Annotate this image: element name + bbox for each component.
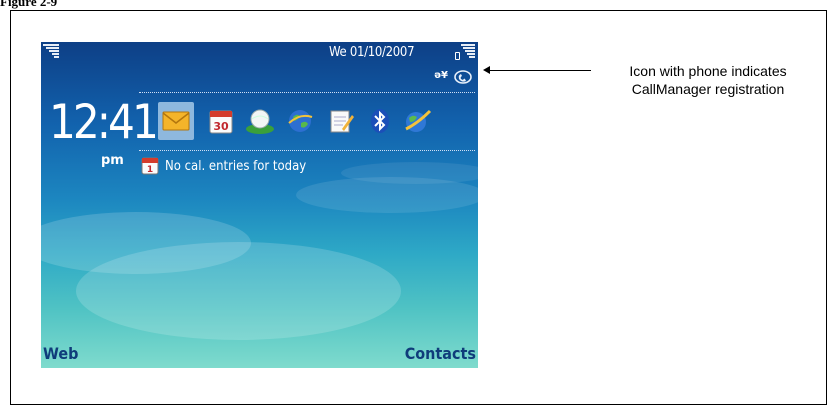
phone-screen: We 01/10/2007 ǝ¥ 12:41 pm 30 1 No cal. e…: [41, 42, 478, 368]
callout-text: Icon with phone indicates CallManager re…: [598, 62, 818, 98]
globe-icon: [246, 109, 274, 134]
network-mode-indicator: ǝ¥: [434, 70, 448, 81]
web-globe-icon: [405, 109, 432, 132]
notes-shortcut[interactable]: [323, 102, 359, 140]
bluetooth-shortcut[interactable]: [362, 102, 398, 140]
calendar-notice-text: No cal. entries for today: [165, 158, 307, 174]
wallpaper-ellipse: [341, 162, 478, 184]
browser-shortcut[interactable]: [242, 102, 278, 140]
softkey-right[interactable]: Contacts: [405, 344, 476, 363]
phone-registration-icon: [454, 70, 472, 84]
callout-leader-line: [486, 70, 591, 71]
indicator-row: ǝ¥: [434, 70, 472, 84]
wallpaper-ellipse: [76, 242, 401, 340]
calendar-notice[interactable]: 1 No cal. entries for today: [141, 156, 306, 176]
battery-level-icon: [455, 44, 475, 62]
web-shortcut[interactable]: [282, 102, 318, 140]
callout-line-1: Icon with phone indicates: [629, 63, 787, 79]
envelope-icon: [162, 111, 190, 131]
calendar-icon: 30: [209, 110, 233, 134]
calendar-shortcut[interactable]: 30: [203, 102, 239, 140]
calendar-small-icon: 1: [141, 157, 159, 175]
callout-line-2: CallManager registration: [631, 81, 785, 97]
middle-divider: [139, 150, 475, 151]
top-divider: [139, 92, 475, 93]
clock-time: 12:41: [49, 95, 159, 150]
world-icon: [288, 110, 313, 132]
svg-text:30: 30: [213, 120, 229, 133]
bluetooth-icon: [371, 109, 389, 133]
figure-caption-fragment: Figure 2-9: [0, 0, 58, 9]
messaging-shortcut[interactable]: [158, 102, 194, 140]
svg-text:1: 1: [147, 165, 153, 175]
clock-ampm: pm: [101, 153, 124, 168]
softkey-left[interactable]: Web: [43, 344, 78, 363]
connectivity-shortcut[interactable]: [399, 102, 435, 140]
signal-strength-icon: [43, 44, 59, 62]
status-bar: We 01/10/2007: [41, 42, 478, 64]
notepad-icon: [330, 110, 354, 133]
status-date: We 01/10/2007: [329, 45, 415, 60]
